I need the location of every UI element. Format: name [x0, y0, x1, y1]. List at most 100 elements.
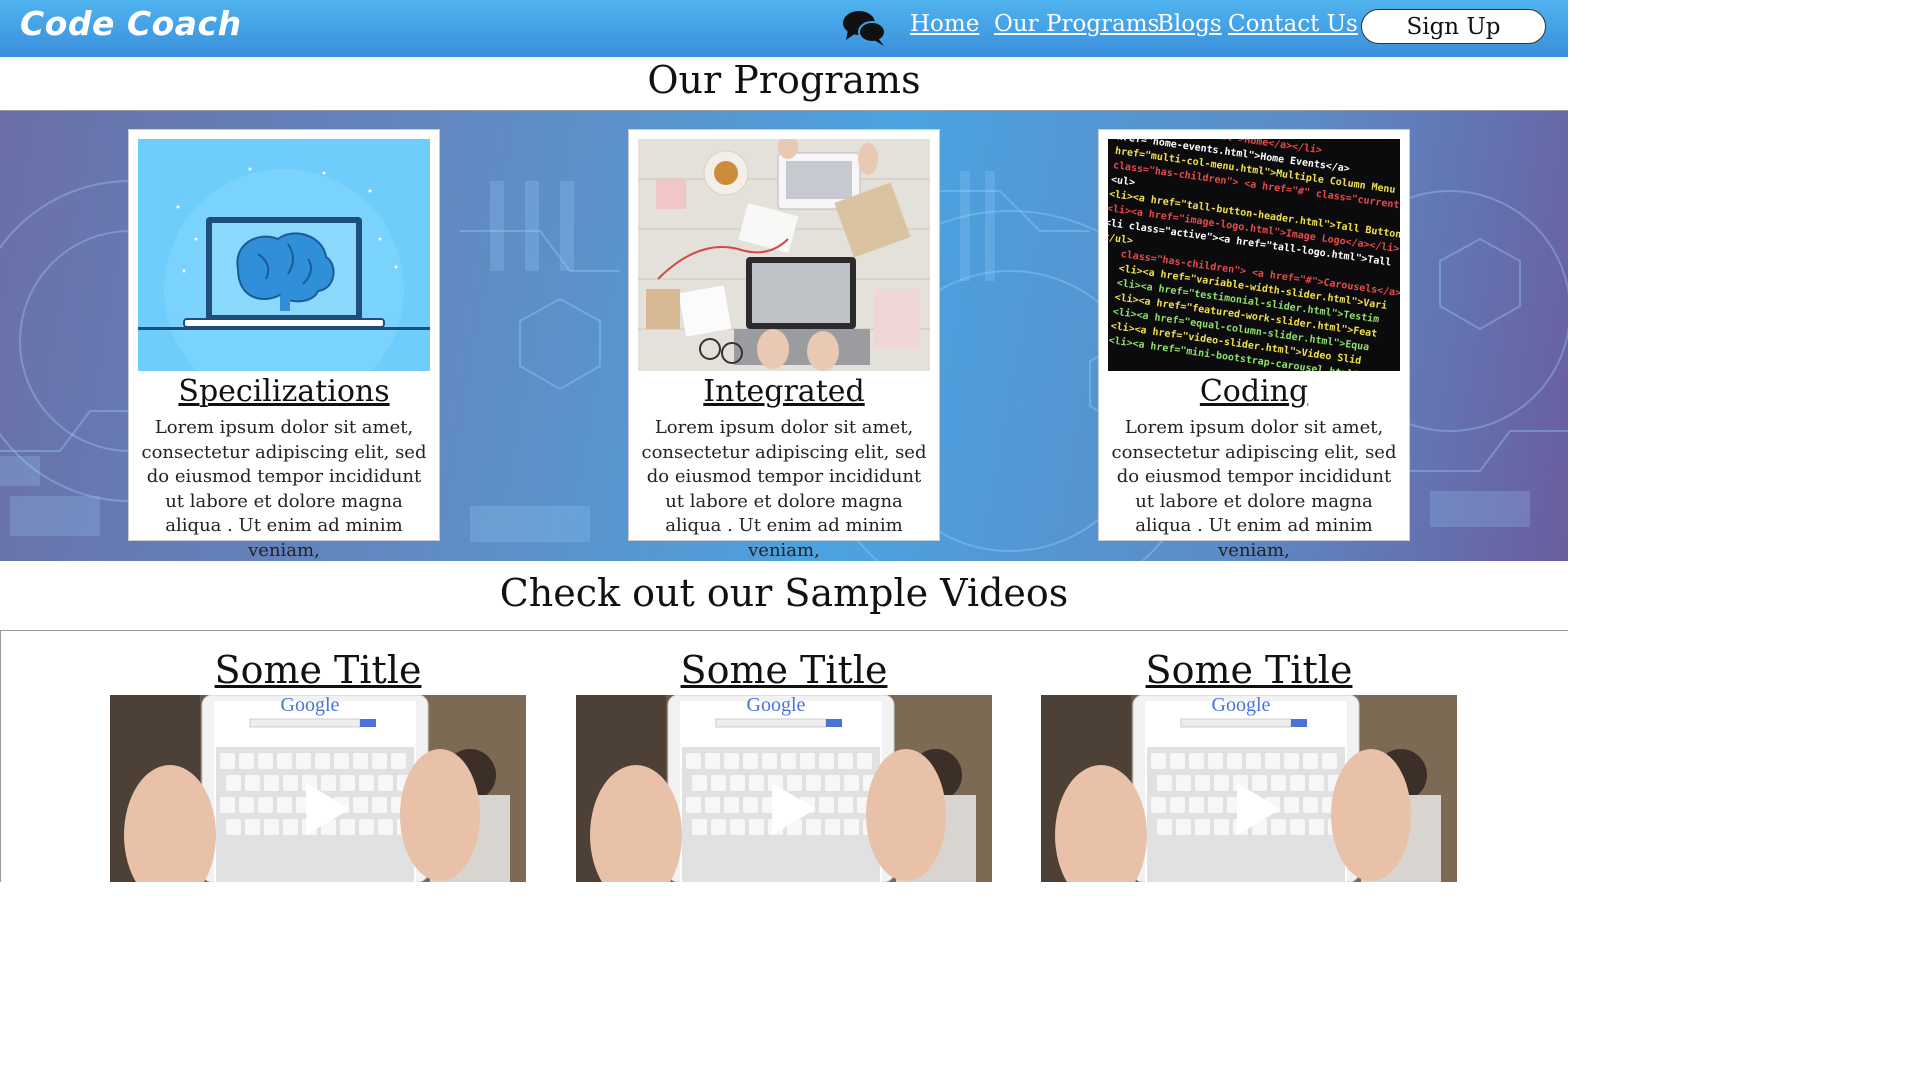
keyboard-key [1195, 819, 1210, 835]
keyboard-key [1303, 753, 1318, 769]
keyboard-key [220, 753, 235, 769]
keyboard-key [806, 819, 821, 835]
programs-heading: Our Programs [647, 58, 921, 102]
keyboard-key [1214, 775, 1229, 791]
keyboard-key [226, 775, 241, 791]
video-title[interactable]: Some Title [576, 648, 992, 692]
keyboard-key [1271, 819, 1286, 835]
program-card-title[interactable]: Coding [1099, 374, 1409, 409]
keyboard-key [220, 797, 235, 813]
keyboard-key [277, 753, 292, 769]
keyboard-key [391, 753, 406, 769]
keyboard-key [353, 797, 368, 813]
program-card[interactable]: <a href="index.html">Home</a></li>href="… [1098, 129, 1410, 561]
keyboard-key [1208, 753, 1223, 769]
sign-up-button[interactable]: Sign Up [1361, 9, 1546, 44]
nav-home-link[interactable]: Home [910, 11, 979, 37]
keyboard-key [692, 819, 707, 835]
program-card[interactable]: Specilizations Lorem ipsum dolor sit ame… [128, 129, 440, 561]
keyboard-key [226, 819, 241, 835]
keyboard-key [838, 753, 853, 769]
keyboard-key [730, 775, 745, 791]
keyboard-key [819, 797, 834, 813]
keyboard-key [844, 775, 859, 791]
videos-heading: Check out our Sample Videos [499, 571, 1069, 615]
keyboard-key [1303, 797, 1318, 813]
program-card-title[interactable]: Integrated [629, 374, 939, 409]
program-card-text: Lorem ipsum dolor sit amet, consectetur … [641, 417, 927, 561]
keyboard-key [749, 819, 764, 835]
keyboard-key [1195, 775, 1210, 791]
keyboard-key [1176, 775, 1191, 791]
keyboard-key [1265, 753, 1280, 769]
video-title[interactable]: Some Title [110, 648, 526, 692]
keyboard-key [1151, 797, 1166, 813]
tablet-google-thumbnail: Google [1041, 695, 1457, 882]
video-thumbnail[interactable]: Google [1041, 695, 1457, 882]
google-logo-text: Google [281, 695, 340, 716]
keyboard-key [353, 753, 368, 769]
keyboard-key [844, 819, 859, 835]
keyboard-key [711, 819, 726, 835]
keyboard-key [711, 775, 726, 791]
keyboard-key [787, 775, 802, 791]
keyboard-key [1157, 819, 1172, 835]
programs-band: Specilizations Lorem ipsum dolor sit ame… [0, 110, 1568, 561]
keyboard-key [743, 753, 758, 769]
keyboard-key [1246, 753, 1261, 769]
brain-laptop-illustration [138, 139, 430, 371]
keyboard-key [1284, 797, 1299, 813]
keyboard-key [1189, 797, 1204, 813]
keyboard-key [359, 775, 374, 791]
keyboard-key [806, 775, 821, 791]
chat-bubbles-icon[interactable] [842, 8, 886, 48]
keyboard-key [1322, 753, 1337, 769]
nav-programs-link[interactable]: Our Programs [994, 11, 1159, 37]
keyboard-key [800, 753, 815, 769]
program-card-text: Lorem ipsum dolor sit amet, consectetur … [141, 417, 427, 561]
keyboard-key [762, 753, 777, 769]
keyboard-key [258, 753, 273, 769]
keyboard-key [239, 797, 254, 813]
keyboard-key [372, 797, 387, 813]
keyboard-key [1290, 819, 1305, 835]
nav-contact-link[interactable]: Contact Us [1228, 11, 1358, 37]
keyboard-key [378, 819, 393, 835]
program-card-text: Lorem ipsum dolor sit amet, consectetur … [1111, 417, 1397, 561]
code-screen-photo: <a href="index.html">Home</a></li>href="… [1108, 139, 1400, 371]
keyboard-key [264, 819, 279, 835]
site-logo[interactable]: Code Coach [20, 4, 242, 43]
keyboard-key [1176, 819, 1191, 835]
video-thumbnail[interactable]: Google [576, 695, 992, 882]
keyboard-key [277, 797, 292, 813]
keyboard-key [743, 797, 758, 813]
keyboard-key [296, 753, 311, 769]
tablet-google-thumbnail: Google [110, 695, 526, 882]
keyboard-key [258, 797, 273, 813]
keyboard-key [372, 753, 387, 769]
nav-blogs-link[interactable]: Blogs [1157, 11, 1222, 37]
program-card[interactable]: Integrated Lorem ipsum dolor sit amet, c… [628, 129, 940, 561]
program-card-title[interactable]: Specilizations [129, 374, 439, 409]
keyboard-key [1284, 753, 1299, 769]
keyboard-key [692, 775, 707, 791]
keyboard-key [283, 819, 298, 835]
keyboard-key [315, 753, 330, 769]
keyboard-key [1170, 753, 1185, 769]
google-logo-text: Google [1212, 695, 1271, 716]
video-thumbnail[interactable]: Google [110, 695, 526, 882]
keyboard-key [1208, 797, 1223, 813]
keyboard-key [781, 753, 796, 769]
keyboard-key [340, 819, 355, 835]
keyboard-key [1252, 775, 1267, 791]
keyboard-key [724, 797, 739, 813]
keyboard-key [686, 753, 701, 769]
video-title[interactable]: Some Title [1041, 648, 1457, 692]
keyboard-key [819, 753, 834, 769]
keyboard-key [857, 753, 872, 769]
keyboard-key [1309, 819, 1324, 835]
keyboard-key [334, 753, 349, 769]
keyboard-key [340, 775, 355, 791]
keyboard-key [359, 819, 374, 835]
top-nav-bar: Code Coach Home Our Programs Blogs Conta… [0, 0, 1568, 57]
